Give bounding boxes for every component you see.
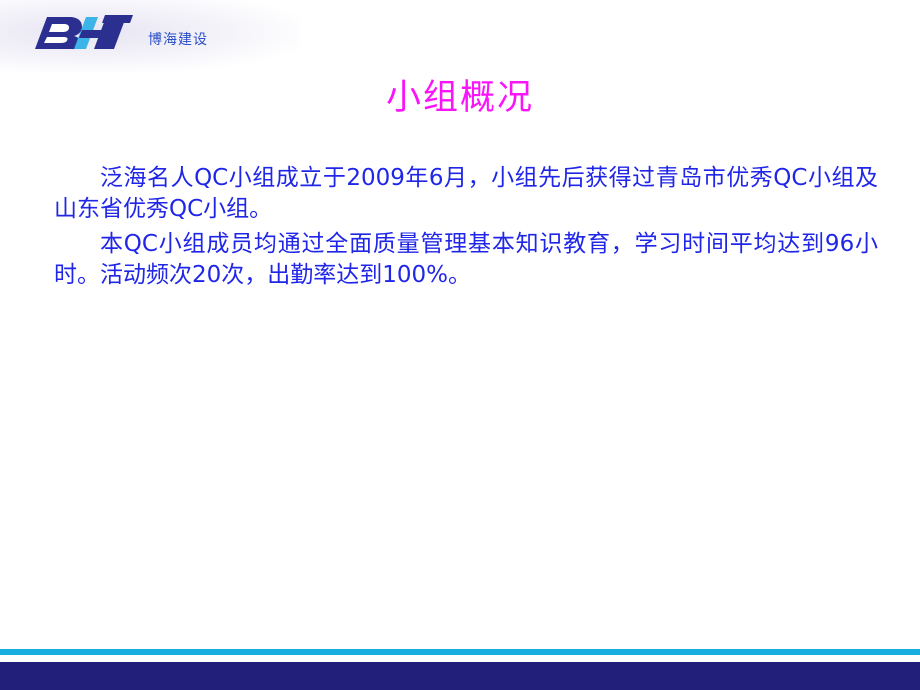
slide-canvas: 博海建设 小组概况 泛海名人QC小组成立于2009年6月，小组先后获得过青岛市优… bbox=[0, 0, 920, 690]
paragraph-group-overview: 泛海名人QC小组成立于2009年6月，小组先后获得过青岛市优秀QC小组及山东省优… bbox=[54, 165, 878, 222]
page-title: 小组概况 bbox=[385, 78, 534, 118]
footer-band bbox=[0, 662, 920, 690]
footer-gap bbox=[0, 655, 920, 662]
paragraph-training-stats: 本QC小组成员均通过全面质量管理基本知识教育，学习时间平均达到96小时。活动频次… bbox=[54, 231, 878, 288]
bh-monogram-icon bbox=[35, 15, 133, 50]
body-content: 泛海名人QC小组成立于2009年6月，小组先后获得过青岛市优秀QC小组及山东省优… bbox=[54, 163, 878, 291]
company-logo: 博海建设 bbox=[30, 12, 208, 54]
company-name-label: 博海建设 bbox=[148, 32, 208, 48]
